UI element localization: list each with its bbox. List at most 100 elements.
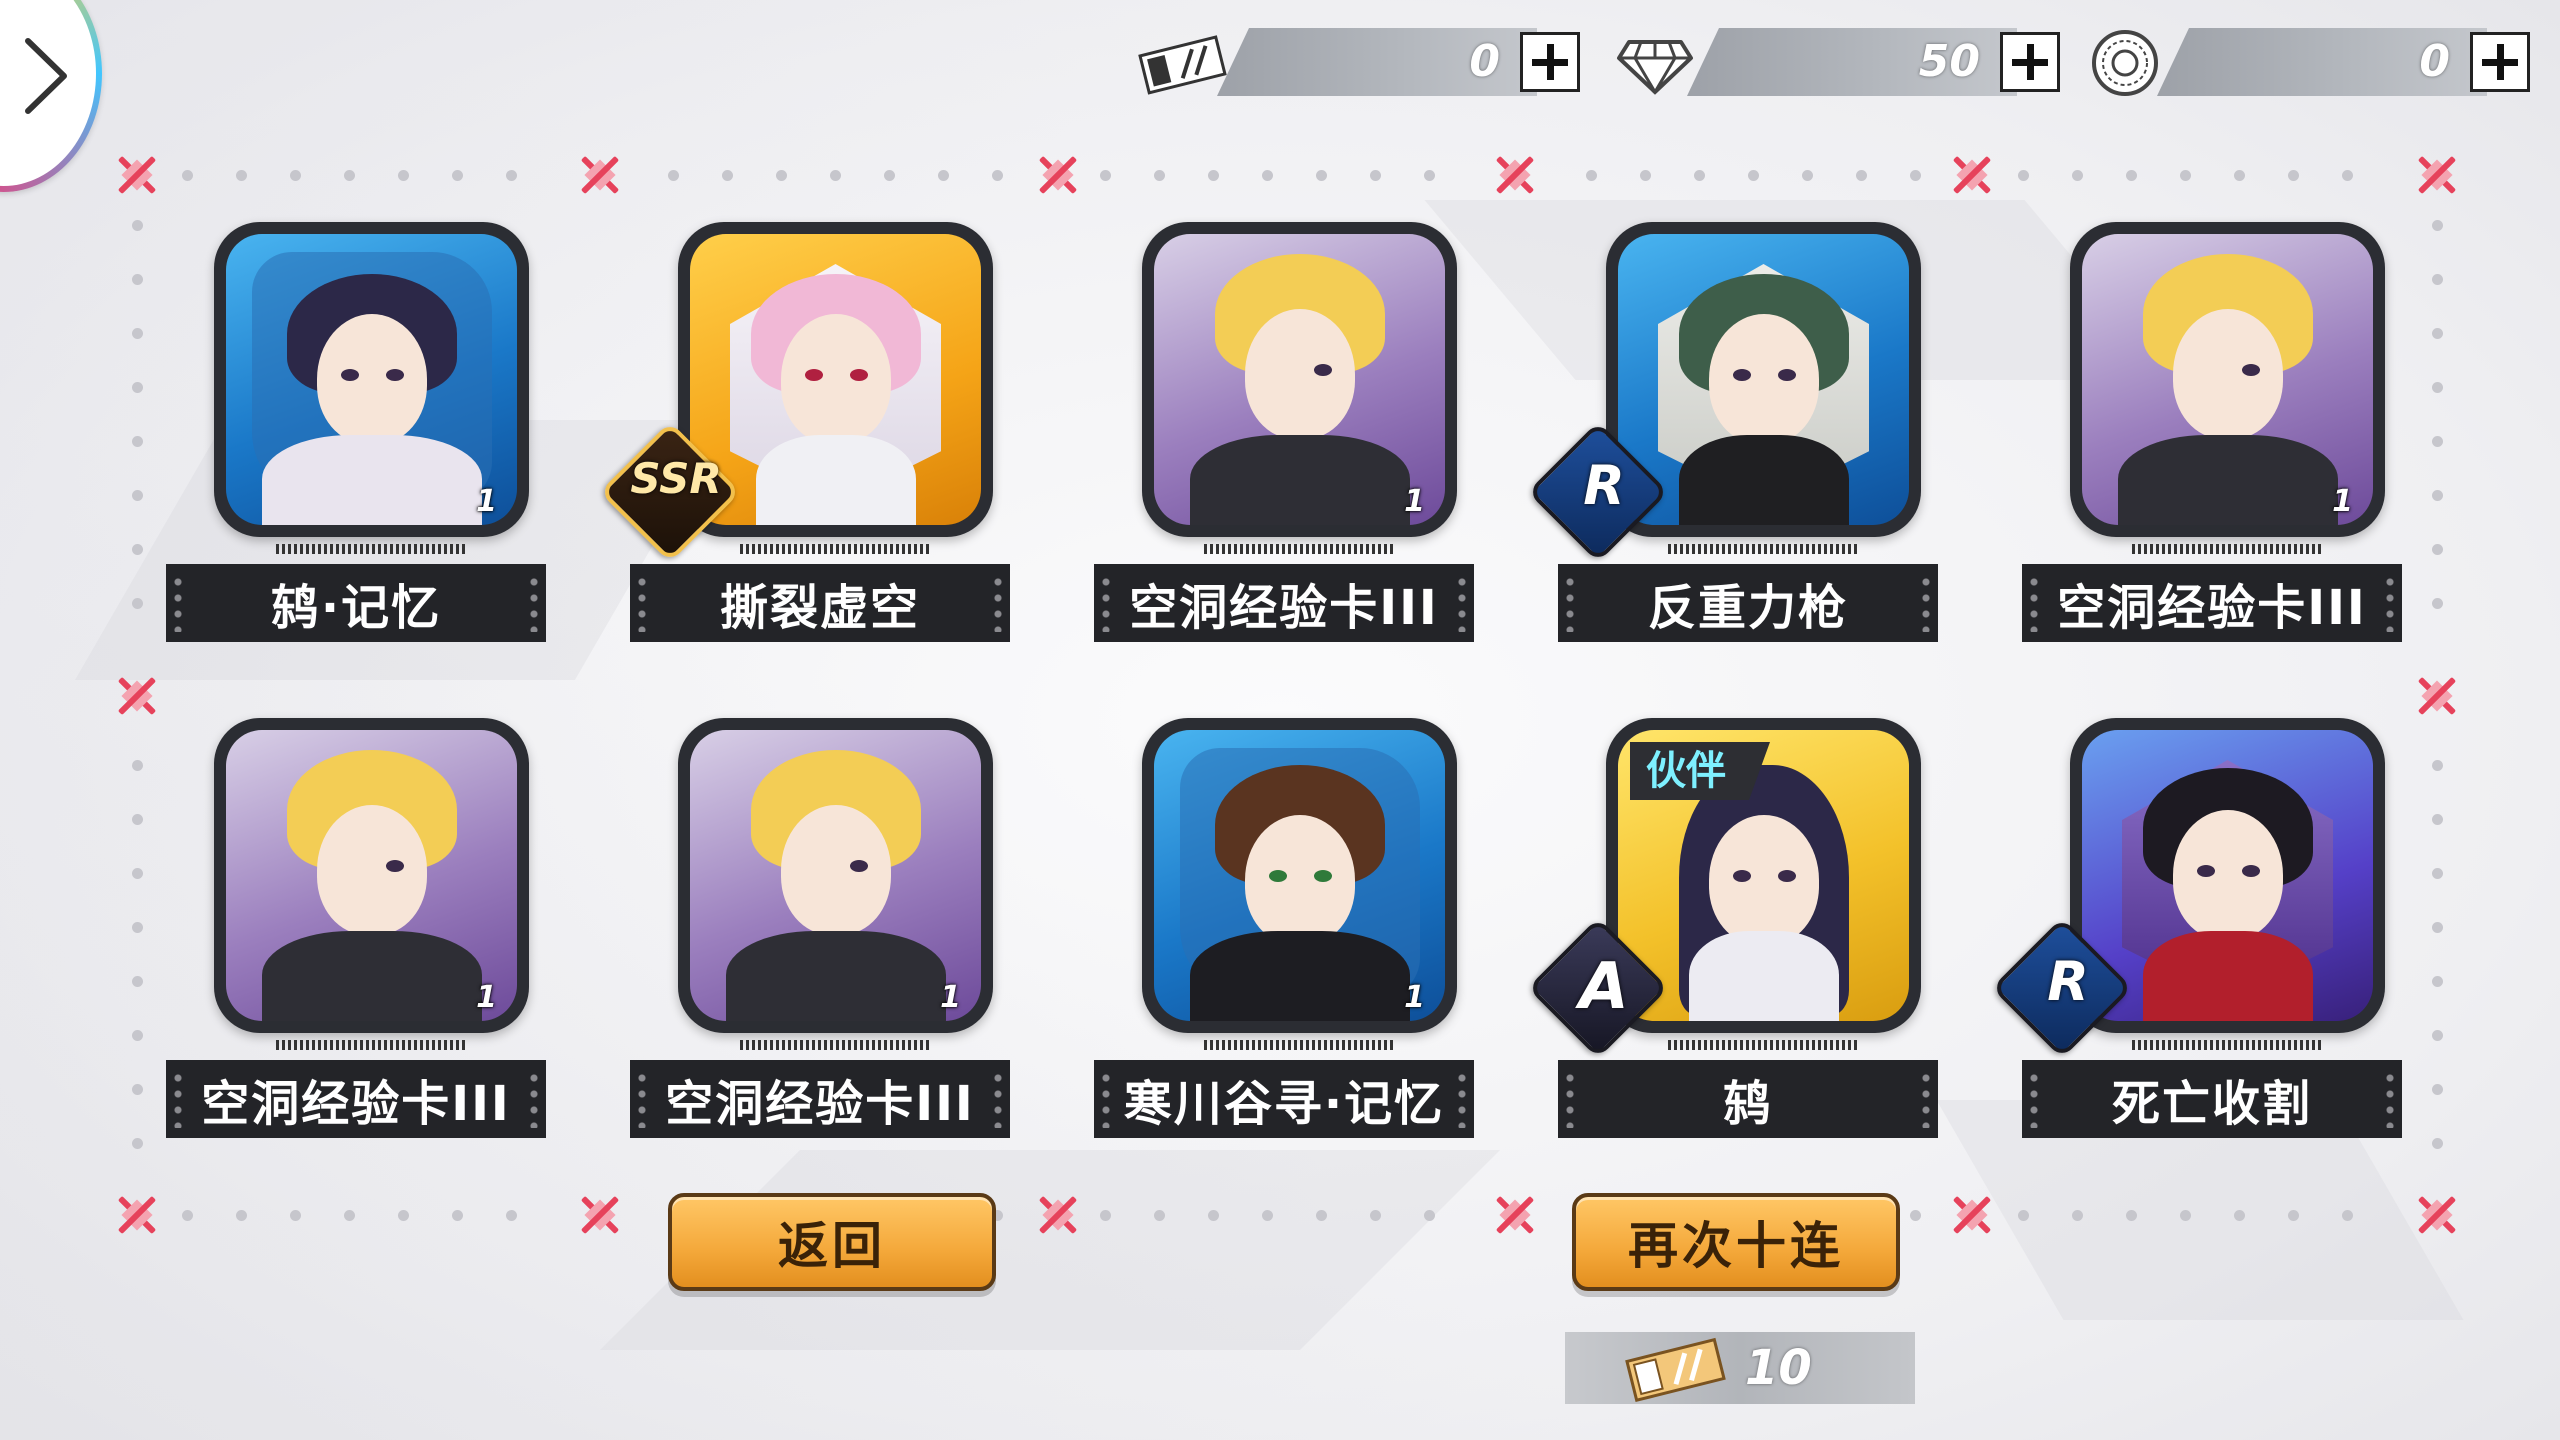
- frame-dot: [2432, 490, 2443, 501]
- frame-dot: [132, 814, 143, 825]
- frame-dot: [132, 490, 143, 501]
- frame-dot: [290, 170, 301, 181]
- reward-count: 1: [2332, 484, 2353, 519]
- frame-dot: [398, 1210, 409, 1221]
- frame-dot: [2018, 1210, 2029, 1221]
- frame-dot: [1100, 170, 1111, 181]
- reward-card[interactable]: 伙伴 A 鸫: [1527, 718, 1938, 1138]
- frame-dot: [132, 274, 143, 285]
- reward-card[interactable]: 1 鸫·记忆: [166, 222, 546, 642]
- frame-dot: [344, 170, 355, 181]
- frame-dot: [236, 1210, 247, 1221]
- back-button[interactable]: 返回: [668, 1193, 996, 1291]
- frame-dot: [1262, 170, 1273, 181]
- frame-dot: [2432, 328, 2443, 339]
- reward-name: 鸫·记忆: [270, 580, 442, 636]
- frame-corner-mark: [109, 147, 165, 203]
- reward-card[interactable]: 1 空洞经验卡III: [1094, 222, 1474, 642]
- reward-icon-frame: 1: [678, 718, 993, 1033]
- diamond-count: 50: [1918, 36, 1980, 87]
- frame-dot: [2234, 170, 2245, 181]
- pull-again-button[interactable]: 再次十连: [1572, 1193, 1900, 1291]
- frame-dot: [506, 1210, 517, 1221]
- frame-dot: [132, 328, 143, 339]
- frame-corner-mark: [572, 147, 628, 203]
- frame-dot: [1316, 170, 1327, 181]
- reward-name: 撕裂虚空: [719, 580, 920, 636]
- frame-dot: [1802, 170, 1813, 181]
- frame-dot: [2180, 170, 2191, 181]
- rarity-label: A: [1579, 950, 1629, 1024]
- frame-dot: [132, 436, 143, 447]
- frame-dot: [1424, 1210, 1435, 1221]
- frame-dot: [132, 1138, 143, 1149]
- reward-name-plate: 鸫·记忆: [166, 564, 546, 642]
- reward-card[interactable]: R 反重力枪: [1527, 222, 1938, 642]
- frame-dot: [1208, 1210, 1219, 1221]
- frame-dot: [1370, 1210, 1381, 1221]
- reward-icon-frame: 1: [1142, 222, 1457, 537]
- reward-icon-frame: 1: [2070, 222, 2385, 537]
- add-crystal-button[interactable]: [2470, 32, 2530, 92]
- frame-dot: [1154, 170, 1165, 181]
- frame-dot: [398, 170, 409, 181]
- reward-card[interactable]: 1 寒川谷寻·记忆: [1094, 718, 1474, 1138]
- pull-cost: 10: [1565, 1332, 1915, 1404]
- reward-name: 空洞经验卡III: [665, 1076, 975, 1132]
- rarity-label: R: [2047, 950, 2089, 1013]
- frame-dot: [668, 170, 679, 181]
- crystal-coin-icon: [2092, 30, 2158, 96]
- gacha-ticket-icon: [1625, 1337, 1726, 1403]
- frame-dot: [1910, 170, 1921, 181]
- frame-dot: [132, 598, 143, 609]
- reward-name-plate: 鸫: [1558, 1060, 1938, 1138]
- partner-tag: 伙伴: [1630, 742, 1770, 800]
- reward-count: 1: [476, 980, 497, 1015]
- add-diamond-button[interactable]: [2000, 32, 2060, 92]
- frame-dot: [1424, 170, 1435, 181]
- frame-dot: [1316, 1210, 1327, 1221]
- reward-icon-frame: 1: [1142, 718, 1457, 1033]
- reward-name-plate: 空洞经验卡III: [2022, 564, 2402, 642]
- frame-dot: [182, 1210, 193, 1221]
- reward-name: 鸫: [1722, 1076, 1773, 1132]
- frame-dot: [132, 544, 143, 555]
- currency-ticket: 0: [1135, 28, 1595, 96]
- frame-dot: [1154, 1210, 1165, 1221]
- frame-dot: [2234, 1210, 2245, 1221]
- frame-corner-mark: [2409, 1187, 2465, 1243]
- frame-dot: [1370, 170, 1381, 181]
- frame-dot: [1100, 1210, 1111, 1221]
- reward-card[interactable]: 1 空洞经验卡III: [630, 718, 1010, 1138]
- reward-card[interactable]: R 死亡收割: [1991, 718, 2402, 1138]
- reward-card[interactable]: SSR 撕裂虚空: [599, 222, 1010, 642]
- frame-dot: [938, 170, 949, 181]
- frame-dot: [2126, 1210, 2137, 1221]
- reward-card[interactable]: 1 空洞经验卡III: [166, 718, 546, 1138]
- frame-corner-mark: [2409, 668, 2465, 724]
- ticket-count: 0: [1469, 36, 1500, 87]
- frame-dot: [1640, 170, 1651, 181]
- add-ticket-button[interactable]: [1520, 32, 1580, 92]
- expand-menu-button[interactable]: [0, 0, 102, 192]
- frame-dot: [2180, 1210, 2191, 1221]
- frame-dot: [1856, 170, 1867, 181]
- reward-count: 1: [940, 980, 961, 1015]
- frame-dot: [2432, 922, 2443, 933]
- frame-dot: [2072, 1210, 2083, 1221]
- diamond-icon: [1617, 40, 1693, 95]
- frame-dot: [132, 1030, 143, 1041]
- frame-dot: [830, 170, 841, 181]
- frame-dot: [132, 922, 143, 933]
- frame-dot: [290, 1210, 301, 1221]
- reward-card[interactable]: 1 空洞经验卡III: [2022, 222, 2402, 642]
- frame-dot: [2432, 868, 2443, 879]
- frame-dot: [722, 170, 733, 181]
- reward-name-plate: 反重力枪: [1558, 564, 1938, 642]
- reward-name: 死亡收割: [2111, 1076, 2312, 1132]
- frame-dot: [182, 170, 193, 181]
- frame-dot: [2432, 1084, 2443, 1095]
- frame-dot: [776, 170, 787, 181]
- reward-name-plate: 撕裂虚空: [630, 564, 1010, 642]
- frame-dot: [132, 220, 143, 231]
